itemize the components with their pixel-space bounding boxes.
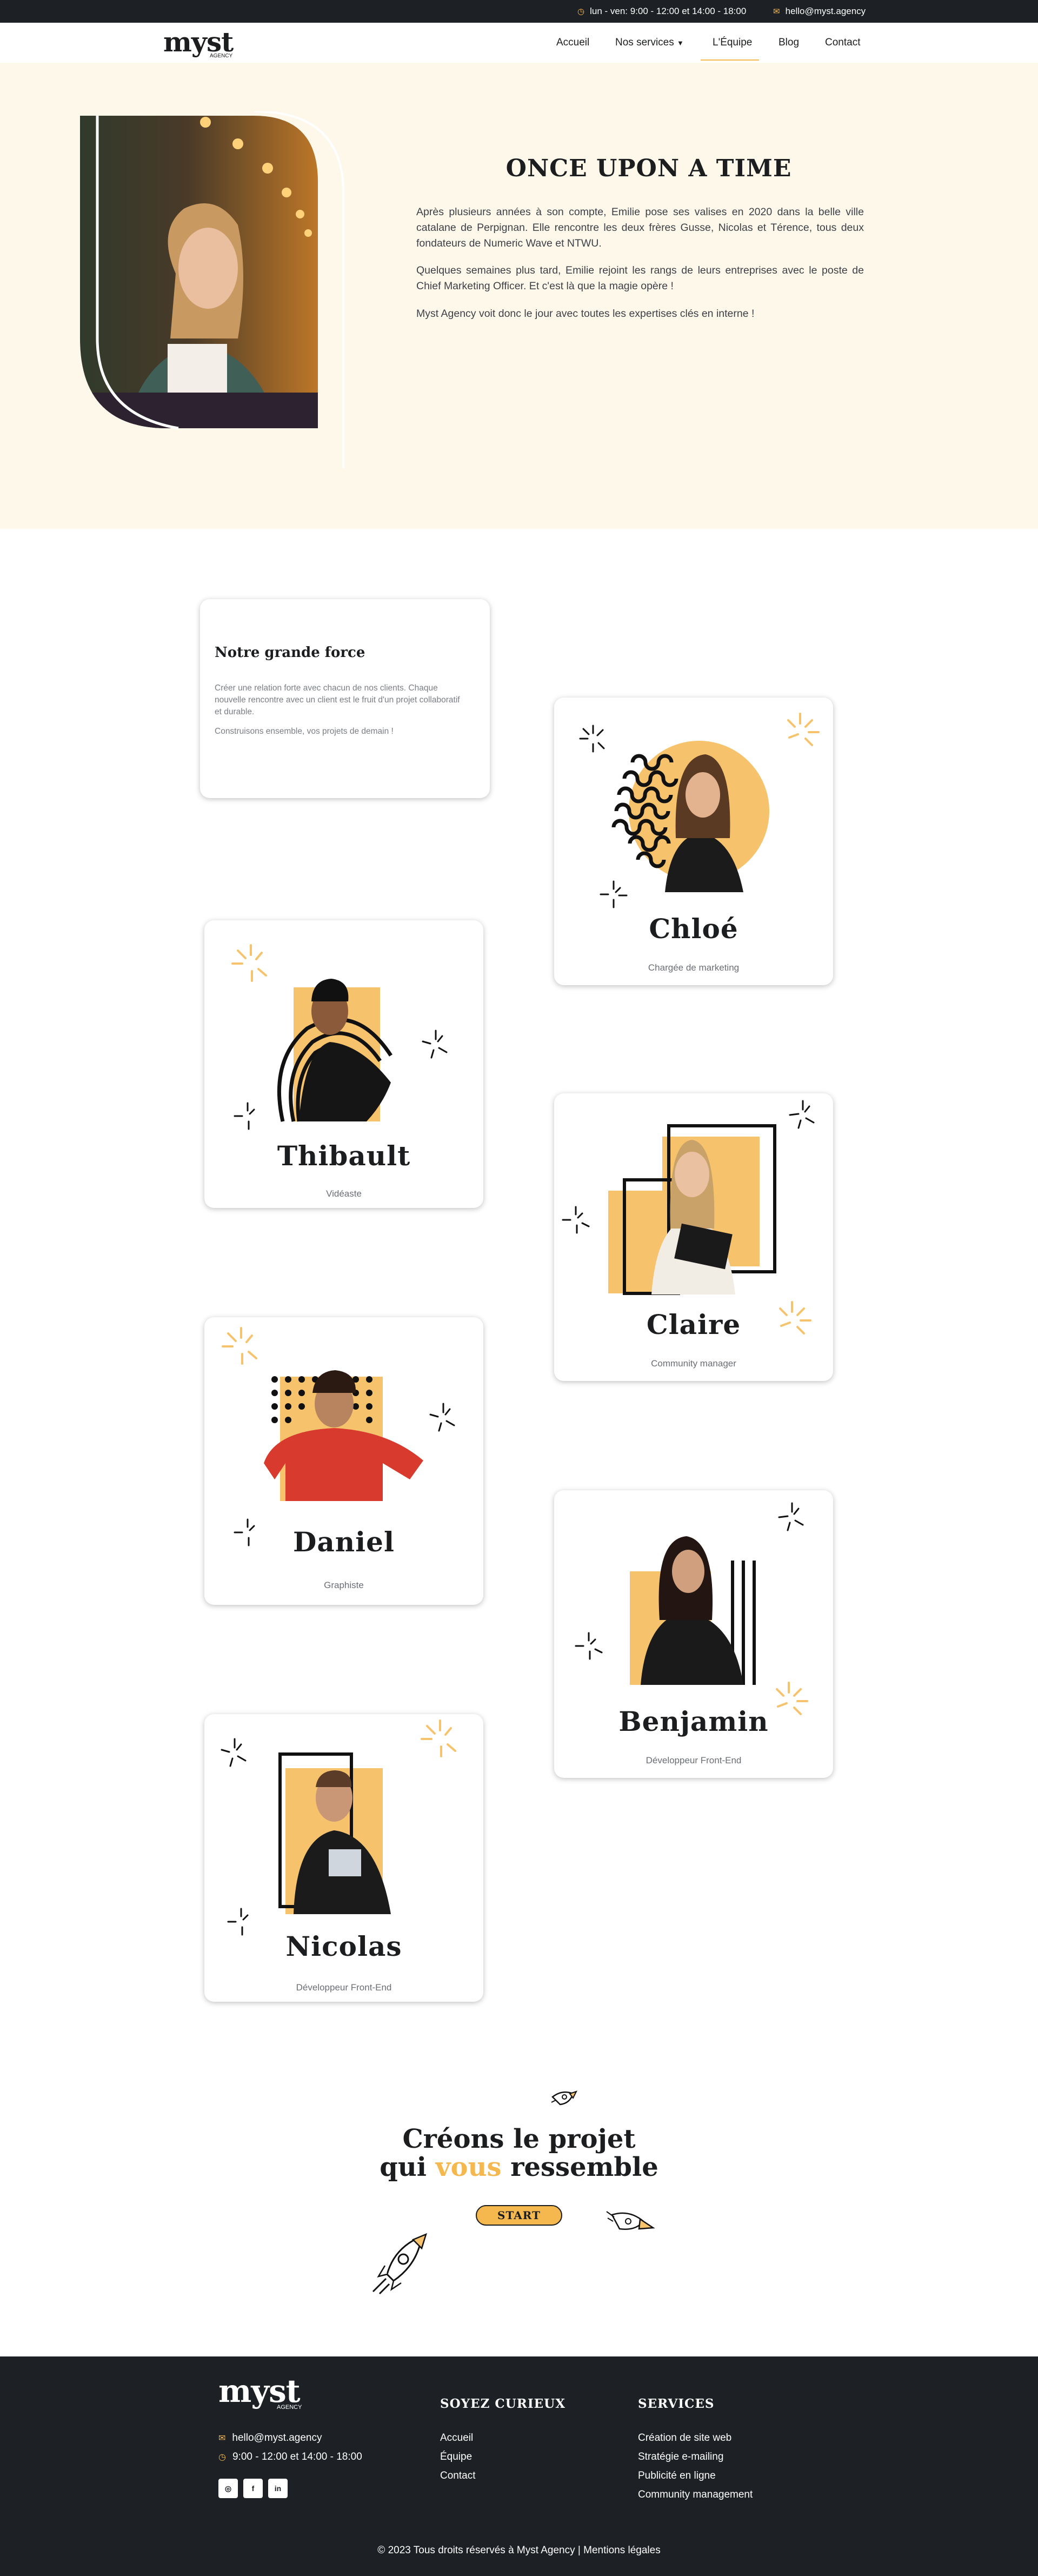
cta-line-1: Créons le projet [402, 2124, 636, 2154]
hero-paragraph-3: Myst Agency voit donc le jour avec toute… [416, 308, 755, 320]
member-name: Benjamin [618, 1705, 769, 1737]
mail-icon: ✉ [773, 6, 780, 16]
hero-section: ONCE UPON A TIME Après plusieurs années … [0, 63, 1038, 529]
rocket-icon [372, 2233, 427, 2295]
emilie-photo [80, 111, 344, 468]
team-card-nicolas: Nicolas Développeur Front-End [204, 1714, 483, 2002]
top-info-bar: ◷ lun - ven: 9:00 - 12:00 et 14:00 - 18:… [0, 0, 1038, 23]
force-text-2: Construisons ensemble, vos projets de de… [215, 727, 394, 736]
sparkle-icon [221, 1738, 247, 1767]
nav-accueil[interactable]: Accueil [556, 37, 589, 49]
member-name: Claire [646, 1309, 741, 1340]
sparkle-icon [222, 1327, 257, 1365]
footer-link-equipe[interactable]: Équipe [440, 2451, 472, 2463]
footer-link-accueil[interactable]: Accueil [440, 2432, 473, 2444]
sparkle-icon [778, 1502, 804, 1531]
footer-link-community[interactable]: Community management [638, 2489, 753, 2501]
mail-icon: ✉ [218, 2434, 226, 2443]
team-card-benjamin: Benjamin Développeur Front-End [554, 1490, 833, 1778]
nav-nos-services-label: Nos services [615, 37, 674, 48]
sparkle-icon [789, 1100, 815, 1129]
site-header: myst AGENCY Accueil Nos services ▼ L'Équ… [0, 23, 1038, 63]
force-text: Créer une relation forte avec chacun de … [215, 683, 460, 716]
site-logo[interactable]: myst AGENCY [163, 26, 234, 59]
clock-icon: ◷ [577, 6, 585, 16]
member-name: Chloé [649, 913, 738, 945]
footer-link-contact[interactable]: Contact [440, 2470, 475, 2482]
sparkle-icon [234, 1102, 255, 1130]
team-card-daniel: Daniel Graphiste [204, 1317, 483, 1605]
sparkle-icon [422, 1030, 448, 1059]
hero-paragraph-2: Quelques semaines plus tard, Emilie rejo… [416, 264, 864, 292]
member-name: Nicolas [285, 1930, 402, 1962]
force-title: Notre grande force [215, 645, 365, 661]
team-card-chloe: Chloé Chargée de marketing [554, 698, 833, 985]
facebook-icon[interactable]: f [243, 2479, 263, 2498]
footer-logo[interactable]: myst AGENCY [218, 2373, 302, 2411]
sparkle-icon [787, 713, 820, 746]
sparkle-icon [429, 1403, 455, 1432]
nav-active-indicator [701, 59, 759, 61]
footer-email-text[interactable]: hello@myst.agency [232, 2432, 322, 2444]
linkedin-icon[interactable]: in [268, 2479, 288, 2498]
opening-hours: ◷ lun - ven: 9:00 - 12:00 et 14:00 - 18:… [577, 6, 746, 17]
chevron-down-icon: ▼ [677, 39, 684, 47]
hero-paragraph-1: Après plusieurs années à son compte, Emi… [416, 206, 864, 249]
member-role: Graphiste [324, 1580, 364, 1590]
cta-title: Créons le projet qui vous ressemble [303, 2125, 735, 2181]
nav-nos-services[interactable]: Nos services ▼ [615, 37, 684, 49]
cta-line-2-pre: qui [380, 2152, 436, 2182]
start-button[interactable]: START [476, 2205, 562, 2226]
footer-logo-subtitle: AGENCY [277, 2404, 302, 2411]
sparkle-icon [231, 944, 267, 982]
topbar-email[interactable]: ✉ hello@myst.agency [773, 6, 866, 17]
hero-title: ONCE UPON A TIME [505, 155, 792, 182]
footer-hours-text: 9:00 - 12:00 et 14:00 - 18:00 [232, 2451, 362, 2462]
sparkle-icon [421, 1719, 456, 1757]
clock-icon: ◷ [218, 2453, 226, 2462]
team-card-claire: Claire Community manager [554, 1093, 833, 1381]
footer-link-creation-site[interactable]: Création de site web [638, 2432, 731, 2444]
footer-copyright: © 2023 Tous droits réservés à Myst Agenc… [377, 2545, 661, 2556]
member-role: Développeur Front-End [296, 1982, 392, 1993]
cta-line-2-post: ressemble [501, 2152, 658, 2182]
rocket-icon [551, 2090, 577, 2106]
member-name: Thibault [277, 1140, 411, 1172]
topbar-email-text[interactable]: hello@myst.agency [786, 6, 866, 17]
member-role: Développeur Front-End [646, 1755, 742, 1765]
sparkle-icon [562, 1206, 590, 1234]
sparkle-icon [575, 1632, 603, 1660]
opening-hours-text: lun - ven: 9:00 - 12:00 et 14:00 - 18:00 [590, 6, 747, 16]
team-card-thibault: Thibault Vidéaste [204, 920, 483, 1208]
logo-subtitle: AGENCY [210, 53, 233, 59]
member-role: Vidéaste [326, 1189, 362, 1199]
nav-contact[interactable]: Contact [825, 37, 860, 49]
site-footer: myst AGENCY ✉ hello@myst.agency ◷ 9:00 -… [0, 2356, 1038, 2576]
footer-email[interactable]: ✉ hello@myst.agency [218, 2432, 322, 2444]
force-card: Notre grande force Créer une relation fo… [200, 599, 490, 798]
member-role: Community manager [651, 1358, 736, 1369]
footer-link-publicite[interactable]: Publicité en ligne [638, 2470, 716, 2482]
sparkle-icon [579, 725, 605, 753]
nav-blog[interactable]: Blog [778, 37, 799, 49]
rocket-icon [606, 2211, 655, 2230]
sparkle-icon [600, 880, 628, 908]
footer-col-curieux-title: SOYEZ CURIEUX [440, 2396, 566, 2411]
nav-equipe[interactable]: L'Équipe [713, 37, 752, 49]
footer-hours: ◷ 9:00 - 12:00 et 14:00 - 18:00 [218, 2451, 362, 2463]
cta-accent-word: vous [435, 2152, 502, 2182]
footer-col-services-title: SERVICES [638, 2396, 715, 2411]
footer-link-emailing[interactable]: Stratégie e-mailing [638, 2451, 723, 2463]
member-role: Chargée de marketing [648, 962, 740, 973]
instagram-icon[interactable]: ◎ [218, 2479, 238, 2498]
member-name: Daniel [293, 1526, 395, 1558]
cta-line-2: qui vous ressemble [303, 2153, 735, 2181]
